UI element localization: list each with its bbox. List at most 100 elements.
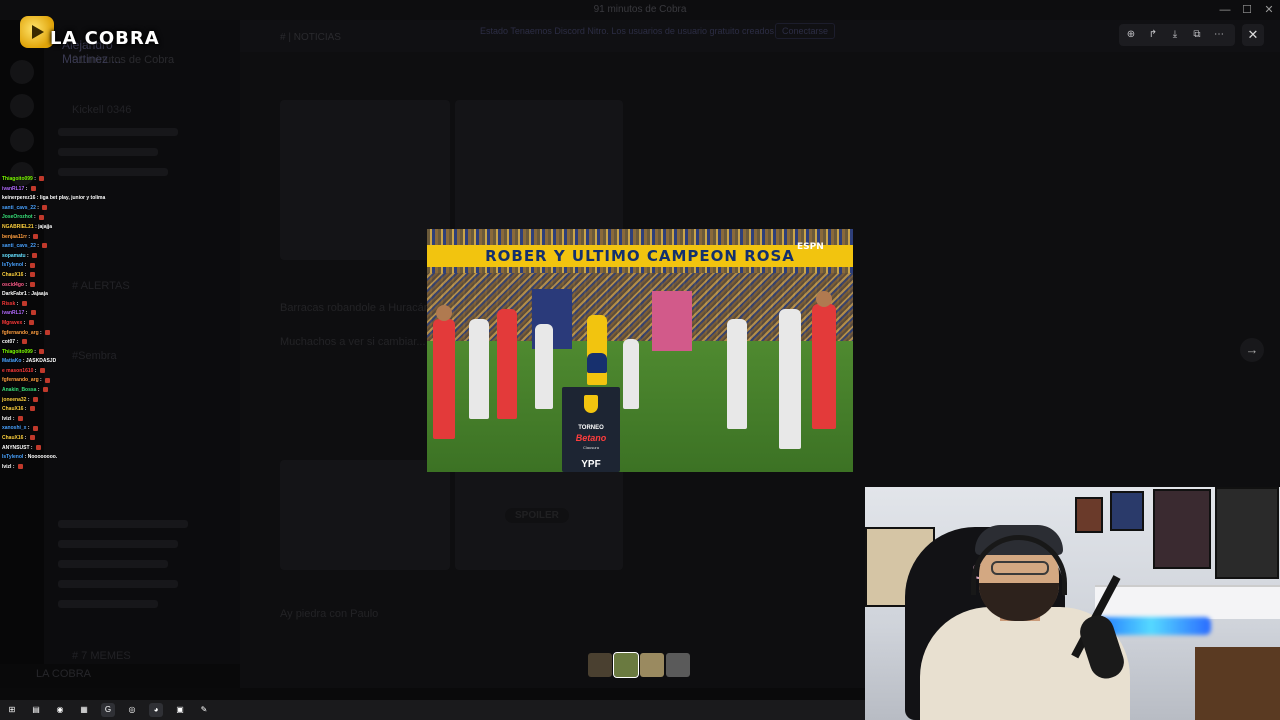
chat-message: Anakin_Bossa :: [2, 386, 142, 396]
chat-message: Ivizl :: [2, 463, 142, 473]
chat-separator: :: [23, 281, 29, 288]
screen: 91 minutos de Cobra — ☐ ✕ 91 minutos de …: [0, 0, 1280, 720]
minimize-button[interactable]: —: [1214, 2, 1236, 18]
window-titlebar: 91 minutos de Cobra — ☐ ✕: [0, 0, 1280, 20]
chat-separator: :: [24, 185, 29, 192]
next-image-button[interactable]: →: [1240, 338, 1264, 362]
browser-icon[interactable]: G: [101, 703, 115, 717]
windows-start-icon[interactable]: ⊞: [5, 703, 19, 717]
chat-message: Rissk :: [2, 300, 142, 310]
emote-icon: [29, 272, 35, 278]
chat-username: Mgravex: [2, 319, 23, 326]
chat-message: fgfernando_arg :: [2, 376, 142, 386]
emote-icon: [42, 387, 48, 393]
emote-icon: [29, 262, 35, 268]
lightbox-image[interactable]: ROBER Y ULTIMO CAMPEON ROSA ESPN TORNEO …: [427, 229, 853, 472]
nitro-banner-text: Estado Tenaemos Discord Nitro. Los usuar…: [480, 26, 774, 36]
chat-separator: :: [23, 262, 28, 269]
emote-icon: [33, 233, 39, 239]
chat-separator: :: [32, 348, 38, 355]
channel-placeholder: [58, 600, 158, 608]
chat-message: sopamatu :: [2, 252, 142, 262]
emote-icon: [29, 406, 35, 412]
message-image[interactable]: [280, 100, 450, 260]
server-icon[interactable]: [10, 94, 34, 118]
chat-text: Noooooooo.: [27, 454, 58, 461]
message-image[interactable]: [280, 460, 450, 570]
chat-message: benjaa11rr :: [2, 233, 142, 243]
chat-username: ChauX16: [2, 271, 24, 278]
thumbnail[interactable]: [588, 653, 612, 677]
channel-item[interactable]: Kickell 0346: [72, 104, 131, 116]
maximize-button[interactable]: ☐: [1236, 2, 1258, 18]
stream-logo: Alejandro Martinez ... LA COBRA: [12, 16, 162, 66]
emote-icon: [35, 444, 41, 450]
chat-message: santi_cavs_22 :: [2, 242, 142, 252]
emote-icon: [39, 368, 45, 374]
chat-username: oscid4go: [2, 281, 24, 288]
chat-separator: :: [15, 339, 20, 346]
chat-message: ChauX16 :: [2, 434, 142, 444]
chat-separator: :: [35, 243, 41, 250]
server-icon[interactable]: [10, 128, 34, 152]
channel-placeholder: [58, 128, 178, 136]
webcam-feed: [865, 487, 1280, 720]
obs-icon[interactable]: ◎: [125, 703, 139, 717]
player: [469, 319, 489, 419]
spoiler-tag[interactable]: SPOILER: [505, 508, 569, 523]
chat-separator: :: [32, 214, 38, 221]
chat-message: IsTylenol : Noooooooo.: [2, 453, 142, 463]
thumbnail[interactable]: [640, 653, 664, 677]
channel-item[interactable]: # 7 MEMES: [72, 650, 131, 662]
chat-separator: :: [15, 300, 20, 307]
share-icon[interactable]: ↱: [1145, 27, 1161, 43]
emote-icon: [17, 416, 23, 422]
open-external-icon[interactable]: ⧉: [1189, 27, 1205, 43]
chat-separator: :: [35, 204, 41, 211]
chat-separator: :: [38, 329, 44, 336]
wall-frame: [1215, 487, 1279, 579]
discord-icon[interactable]: ◕: [149, 703, 163, 717]
notes-icon[interactable]: ✎: [197, 703, 211, 717]
zoom-icon[interactable]: ⊕: [1123, 27, 1139, 43]
message-text: Muchachos a ver si cambiar...: [280, 336, 426, 348]
emote-icon: [21, 339, 27, 345]
league-shield-icon: [584, 395, 598, 413]
chat-username: Anakin_Bossa: [2, 387, 37, 394]
chat-message: joneena32 :: [2, 396, 142, 406]
emote-icon: [30, 281, 36, 287]
shelf: [1095, 585, 1280, 619]
lightbox-close-button[interactable]: ✕: [1242, 24, 1264, 46]
broadcaster-logo: ESPN: [797, 242, 824, 252]
chat-message: JoseOrozhot :: [2, 213, 142, 223]
chat-username: keinerperez16: [2, 195, 36, 202]
emote-icon: [39, 176, 45, 182]
app-grid-icon[interactable]: ▦: [77, 703, 91, 717]
window-close-button[interactable]: ✕: [1258, 2, 1280, 18]
chat-message: MatiaKo : JASKDASJD: [2, 357, 142, 367]
emote-icon: [32, 252, 38, 258]
chat-username: santi_cavs_22: [2, 243, 36, 250]
media-icon[interactable]: ▣: [173, 703, 187, 717]
chat-username: IsTylenol: [2, 454, 24, 461]
chat-message: Mgravex :: [2, 319, 142, 329]
nitro-banner-button[interactable]: Conectarse: [775, 23, 836, 39]
chat-message: DarkFabr1 : Jajaaja: [2, 290, 142, 300]
server-icon[interactable]: [10, 60, 34, 84]
chat-separator: :: [33, 367, 38, 374]
chat-username: ChauX16: [2, 435, 24, 442]
flag: [652, 291, 692, 351]
chrome-icon[interactable]: ◉: [53, 703, 67, 717]
player: [497, 309, 517, 419]
chat-username: IsTylenol: [2, 262, 24, 269]
player: [779, 309, 801, 449]
emote-icon: [39, 348, 45, 354]
chat-message: santi_cavs_22 :: [2, 204, 142, 214]
emote-icon: [45, 329, 51, 335]
more-icon[interactable]: ⋯: [1211, 27, 1227, 43]
chat-username: fgfernando_arg: [2, 329, 39, 336]
thumbnail-active[interactable]: [613, 652, 639, 678]
download-icon[interactable]: ⤓: [1167, 27, 1183, 43]
thumbnail[interactable]: [666, 653, 690, 677]
file-explorer-icon[interactable]: ▤: [29, 703, 43, 717]
